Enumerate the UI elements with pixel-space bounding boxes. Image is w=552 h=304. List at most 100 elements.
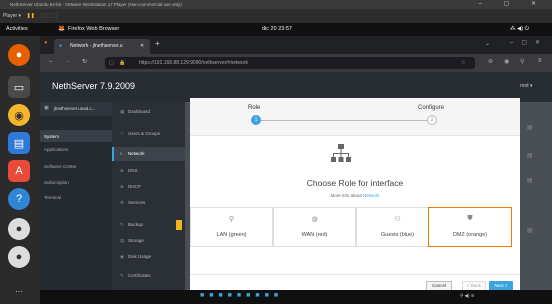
nav-dashboard[interactable]: ▦ Dashboard — [120, 109, 150, 115]
users-icon: ⚇ — [120, 131, 125, 136]
new-tab-icon[interactable]: + — [155, 39, 160, 48]
ubuntu-top-bar: Activities 🦊 Firefox Web Browser dic 20 … — [0, 23, 552, 36]
user-menu[interactable]: root ▾ — [520, 83, 533, 89]
pocket-icon[interactable]: ⊚ — [488, 58, 493, 65]
more-info-link[interactable]: Network — [363, 193, 380, 198]
role-wizard-modal: Role Configure 1 2 Choose Role for inter… — [190, 98, 520, 304]
role-card-guests[interactable]: ⚇ Guests (blue) — [356, 207, 439, 247]
clock[interactable]: dic 20 23:57 — [262, 23, 292, 36]
tab-title: Network - jlnethserver.u — [70, 43, 123, 49]
dmz-icon: ⛊ — [467, 215, 473, 222]
forward-icon[interactable]: → — [64, 58, 70, 64]
pause-icon[interactable]: ❚❚ — [26, 13, 34, 19]
sidebar: ▣ jlnethserver.unad.c... System Applicat… — [40, 102, 185, 304]
tray-icons[interactable]: ⚲ ◀) ≋ — [460, 293, 475, 299]
lock-warning-icon[interactable]: 🔒 — [119, 57, 125, 69]
nav-software-center[interactable]: Software Center — [44, 164, 77, 169]
firefox-view-icon[interactable]: ● — [44, 40, 48, 46]
firefox-window-controls[interactable]: –▢✕ — [510, 39, 548, 46]
network-icon: ⑆ — [120, 151, 123, 156]
step-connector — [256, 120, 428, 121]
nav-backup[interactable]: ↻ Backup — [120, 222, 143, 228]
disc-icon-2[interactable]: ● — [8, 246, 30, 268]
nav-users-groups[interactable]: ⚇ Users & Groups — [120, 131, 160, 137]
role-card-dmz[interactable]: ⛊ DMZ (orange) — [428, 207, 512, 247]
nav-system[interactable]: System — [40, 130, 112, 142]
dashboard-icon: ▦ — [120, 109, 125, 114]
firefox-navbar: ← → ↻ ▢ 🔒 https://192.168.88.129:9090/ne… — [40, 54, 552, 72]
nav-terminal[interactable]: Terminal — [44, 195, 61, 200]
bookmark-star-icon[interactable]: ☆ — [461, 57, 465, 69]
app-name[interactable]: Firefox Web Browser — [68, 23, 119, 36]
reload-icon[interactable]: ↻ — [82, 58, 87, 65]
services-icon: ⚙ — [120, 200, 125, 205]
tab-close-icon[interactable]: ✕ — [140, 39, 144, 54]
more-info-line: More info about Network — [190, 193, 520, 198]
nav-services[interactable]: ⚙ Services — [120, 200, 145, 206]
certificates-icon: ✎ — [120, 273, 124, 278]
nav-label: Storage — [128, 238, 144, 243]
rhythmbox-icon[interactable]: ◉ — [8, 104, 30, 126]
role-card-lan[interactable]: ⚲ LAN (green) — [190, 207, 273, 247]
firefox-tab-strip: ● ● Network - jlnethserver.u ✕ + ⌄ –▢✕ — [40, 36, 552, 54]
role-card-wan[interactable]: ◍ WAN (red) — [273, 207, 356, 247]
guests-icon: ⚇ — [394, 216, 401, 223]
help-icon[interactable]: ? — [8, 188, 30, 210]
disc-icon[interactable]: ● — [8, 218, 30, 240]
tab-favicon: ● — [59, 43, 63, 49]
vm-toolbar-icons[interactable]: ⬚ ⬚ ⬚ — [40, 13, 57, 19]
back-icon[interactable]: ← — [48, 58, 54, 64]
url-bar[interactable]: ▢ 🔒 https://192.168.88.129:9090/nethserv… — [105, 57, 475, 69]
dhcp-icon: ≣ — [120, 184, 124, 189]
wizard-steps: Role Configure 1 2 — [190, 98, 520, 136]
status-icons[interactable]: ⁂ ◀) ⏻ — [510, 23, 529, 36]
files-icon[interactable]: ▭ — [8, 76, 30, 98]
step-1-indicator[interactable]: 1 — [251, 115, 261, 125]
brand: NethServer 7.9.2009 — [52, 81, 136, 91]
edit-icon: ▤ — [527, 125, 533, 131]
nav-disk-usage[interactable]: ◉ Disk Usage — [120, 254, 151, 260]
network-role-icon — [331, 144, 351, 166]
edit-icon: ▤ — [527, 178, 533, 184]
activities-button[interactable]: Activities — [6, 23, 28, 36]
shield-icon[interactable]: ▢ — [109, 57, 114, 69]
nav-network[interactable]: ⑆ Network — [112, 147, 185, 161]
nav-label: Disk Usage — [128, 254, 152, 259]
window-controls[interactable]: – ▢ ✕ — [479, 0, 546, 9]
host-icon: ▣ — [44, 105, 49, 111]
host-selector[interactable]: ▣ jlnethserver.unad.c... — [40, 102, 112, 116]
backup-icon: ↻ — [120, 222, 124, 227]
software-center-icon[interactable]: A — [8, 160, 30, 182]
nav-dns[interactable]: ≣ DNS — [120, 168, 138, 174]
player-menu[interactable]: Player ▾ — [3, 13, 21, 19]
menu-icon[interactable]: ≡ — [538, 58, 542, 64]
nav-label: Certificates — [128, 273, 151, 278]
host-taskbar: ■■■■■■■■■ ⚲ ◀) ≋ — [40, 290, 552, 304]
nav-storage[interactable]: ▤ Storage — [120, 238, 144, 244]
firefox-icon[interactable]: ● — [8, 44, 30, 66]
taskbar-app-icons[interactable]: ■■■■■■■■■ — [200, 292, 283, 299]
account-icon[interactable]: ◉ — [504, 58, 509, 65]
disk-usage-icon: ◉ — [120, 254, 124, 259]
tab-list-icon[interactable]: ⌄ — [485, 40, 490, 47]
sidebar-primary: ▣ jlnethserver.unad.c... System Applicat… — [40, 102, 112, 304]
nav-subscription[interactable]: Subscription — [44, 180, 69, 185]
writer-icon[interactable]: ▤ — [8, 132, 30, 154]
nav-label: DHCP — [128, 184, 141, 189]
extensions-icon[interactable]: ⚲ — [520, 58, 524, 65]
nav-label: Users & Groups — [128, 131, 161, 136]
vm-window-title: NethServer Ubuntu 64-bit - VMware Workst… — [0, 0, 552, 9]
nav-dhcp[interactable]: ≣ DHCP — [120, 184, 141, 190]
nav-applications[interactable]: Applications — [44, 147, 68, 152]
step-2-indicator[interactable]: 2 — [427, 115, 437, 125]
show-apps-icon[interactable]: ⋯ — [8, 280, 30, 302]
edit-icon: ▤ — [527, 228, 533, 234]
edit-icon: ▤ — [527, 153, 533, 159]
host-name: jlnethserver.unad.c... — [54, 106, 96, 111]
role-label: WAN (red) — [301, 232, 328, 238]
tab-network[interactable]: ● Network - jlnethserver.u ✕ — [54, 39, 150, 54]
role-label: Guests (blue) — [380, 232, 414, 238]
nav-label: Network — [128, 151, 145, 156]
nav-certificates[interactable]: ✎ Certificates — [120, 273, 151, 279]
ubuntu-dock: ● ▭ ◉ ▤ A ? ● ● ⋯ — [0, 36, 40, 304]
